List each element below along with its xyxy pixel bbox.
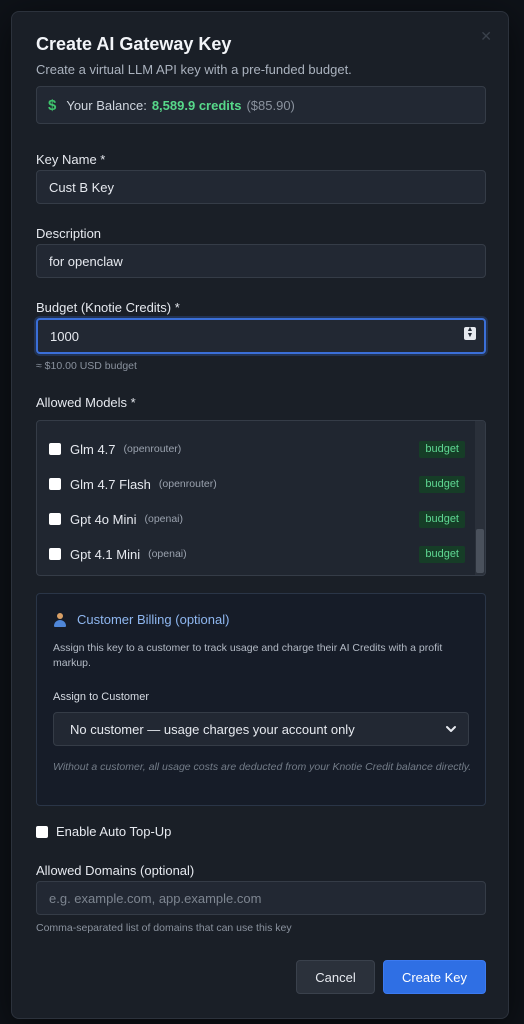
model-provider: (openai) — [148, 548, 187, 560]
auto-topup-row[interactable]: Enable Auto Top-Up — [36, 824, 171, 839]
chevron-down-icon — [446, 726, 456, 732]
create-key-modal: ✕ Create AI Gateway Key Create a virtual… — [11, 11, 509, 1019]
model-name: Glm 4.7 — [70, 441, 116, 457]
select-value: No customer — usage charges your account… — [70, 721, 355, 737]
assign-customer-select[interactable]: No customer — usage charges your account… — [53, 712, 469, 746]
close-icon[interactable]: ✕ — [480, 28, 492, 45]
allowed-models-list[interactable]: Glm 4.7 (openrouter) budget Glm 4.7 Flas… — [36, 420, 486, 576]
billing-title: Customer Billing (optional) — [53, 612, 229, 627]
allowed-domains-input[interactable] — [36, 881, 486, 915]
key-name-label: Key Name * — [36, 152, 106, 167]
budget-label: Budget (Knotie Credits) * — [36, 300, 180, 315]
model-checkbox[interactable] — [49, 478, 61, 490]
budget-usd-hint: ≈ $10.00 USD budget — [36, 360, 137, 372]
model-item[interactable]: Glm 4.7 (openrouter) budget — [49, 434, 465, 464]
budget-badge: budget — [419, 476, 465, 493]
model-provider: (openrouter) — [158, 478, 217, 490]
model-provider: (openai) — [144, 513, 184, 525]
budget-input[interactable] — [36, 318, 486, 354]
cancel-button[interactable]: Cancel — [296, 960, 375, 994]
dollar-sign-icon: $ — [48, 96, 57, 114]
budget-badge: budget — [419, 546, 465, 563]
model-checkbox[interactable] — [49, 513, 61, 525]
balance-label: Your Balance: — [66, 97, 147, 113]
billing-description: Assign this key to a customer to track u… — [53, 642, 443, 669]
budget-badge: budget — [419, 441, 465, 458]
models-scroll-thumb[interactable] — [476, 529, 484, 573]
models-scrollbar[interactable] — [475, 421, 485, 575]
model-item[interactable]: Gpt 4o Mini (openai) budget — [49, 504, 465, 534]
allowed-domains-hint: Comma-separated list of domains that can… — [36, 922, 292, 934]
modal-subtitle: Create a virtual LLM API key with a pre-… — [36, 62, 352, 77]
auto-topup-label: Enable Auto Top-Up — [56, 824, 172, 839]
balance-credits: 8,589.9 credits — [151, 97, 242, 113]
billing-note: Without a customer, all usage costs are … — [53, 761, 472, 773]
model-name: Gpt 4o Mini — [70, 511, 137, 527]
description-input[interactable] — [36, 244, 486, 278]
model-name: Glm 4.7 Flash — [70, 476, 151, 492]
customer-billing-panel: Customer Billing (optional) Assign this … — [36, 593, 486, 806]
auto-topup-checkbox[interactable] — [36, 825, 48, 838]
allowed-models-label: Allowed Models * — [36, 395, 136, 410]
description-label: Description — [36, 226, 102, 241]
modal-title: Create AI Gateway Key — [36, 34, 232, 54]
allowed-domains-label: Allowed Domains (optional) — [36, 863, 195, 878]
person-icon — [53, 612, 67, 627]
balance-banner: $ Your Balance: 8,589.9 credits ($85.90) — [36, 86, 486, 124]
number-stepper-icon[interactable]: ▲ ▼ — [464, 326, 476, 340]
assign-customer-label: Assign to Customer — [53, 691, 149, 703]
key-name-input[interactable] — [36, 170, 486, 204]
model-item[interactable]: Gpt 4.1 Mini (openai) budget — [49, 539, 465, 569]
budget-field: ▲▼ — [36, 318, 486, 354]
model-checkbox[interactable] — [49, 443, 61, 455]
model-item[interactable]: Glm 4.7 Flash (openrouter) budget — [49, 469, 465, 499]
model-provider: (openrouter) — [123, 443, 182, 455]
balance-usd: ($85.90) — [246, 97, 295, 113]
billing-title-text: Customer Billing (optional) — [77, 612, 230, 627]
budget-badge: budget — [419, 511, 465, 528]
create-key-button[interactable]: Create Key — [383, 960, 486, 994]
model-checkbox[interactable] — [49, 548, 61, 560]
model-name: Gpt 4.1 Mini — [70, 546, 141, 562]
